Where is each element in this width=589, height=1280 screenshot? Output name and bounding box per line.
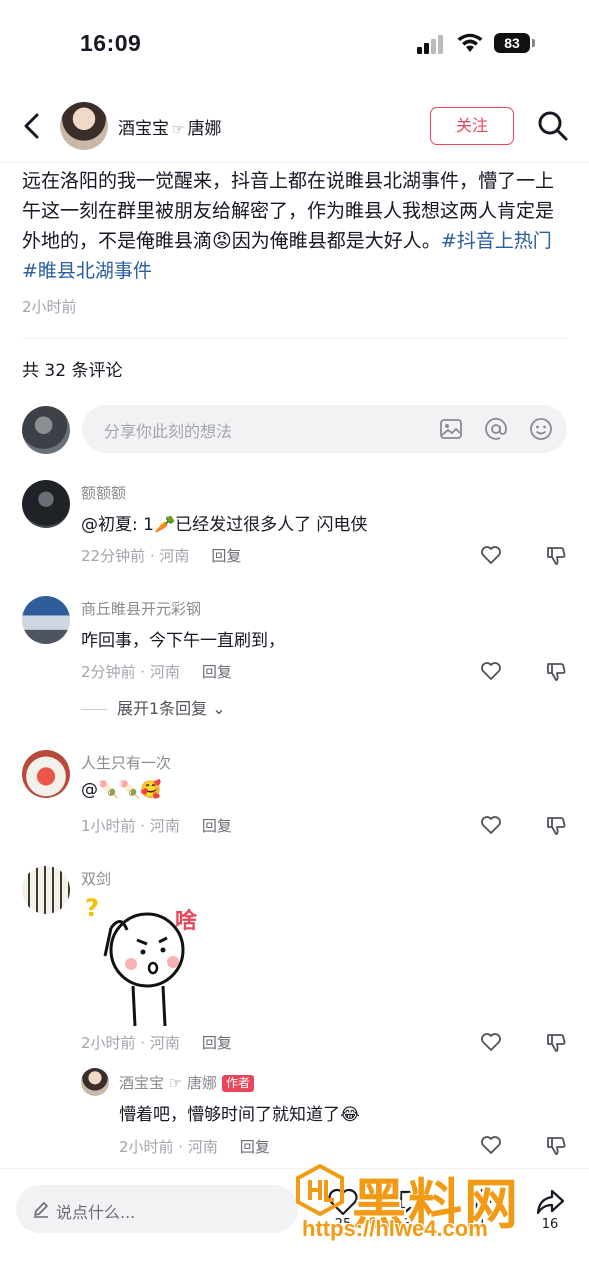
dislike-icon[interactable]	[545, 814, 567, 836]
dislike-icon[interactable]	[545, 660, 567, 682]
comment-time: 2分钟前 · 河南	[81, 663, 180, 681]
comment-meta: 2小时前 · 河南 回复	[81, 1032, 232, 1053]
reply-meta: 2小时前 · 河南 回复	[119, 1136, 270, 1157]
reply-button[interactable]: 回复	[240, 1138, 270, 1156]
replier-name-text: 酒宝宝	[119, 1074, 165, 1092]
comment-count: 共 32 条评论	[22, 361, 123, 381]
reply-button[interactable]: 回复	[202, 817, 232, 835]
author-name[interactable]: 酒宝宝 ☞ 唐娜	[118, 114, 222, 139]
comment-time: 2小时前 · 河南	[81, 1034, 180, 1052]
chevron-down-icon: ⌄	[212, 699, 226, 718]
heart-icon[interactable]	[480, 814, 502, 836]
pencil-icon	[34, 1202, 48, 1218]
my-avatar	[22, 406, 70, 454]
dislike-icon[interactable]	[545, 1031, 567, 1053]
heart-icon[interactable]	[480, 660, 502, 682]
back-arrow-icon[interactable]	[20, 112, 46, 140]
pointing-hand-icon: ☞	[168, 1074, 183, 1092]
confused-sticker: ? 啥	[85, 894, 198, 1027]
svg-text:?: ?	[85, 894, 99, 922]
battery-icon: 83	[494, 33, 535, 53]
comment-text: 咋回事，今下午一直刷到，	[81, 631, 285, 651]
commenter-avatar[interactable]	[22, 596, 70, 644]
commenter-name[interactable]: 双剑	[81, 868, 111, 889]
author-name-text: 酒宝宝	[118, 119, 169, 139]
commenter-avatar[interactable]	[22, 480, 70, 528]
heart-icon[interactable]	[480, 1134, 502, 1156]
expand-replies-label: 展开1条回复	[117, 699, 208, 718]
hashtag-link[interactable]: #睢县北湖事件	[22, 260, 152, 282]
reply-button[interactable]: 回复	[202, 1034, 232, 1052]
status-bar: 16:09 83	[0, 0, 589, 88]
sticker-text: 啥	[175, 908, 198, 934]
heart-icon[interactable]	[480, 1031, 502, 1053]
header-divider	[0, 162, 589, 163]
reply-button[interactable]: 回复	[202, 663, 232, 681]
search-icon[interactable]	[537, 110, 569, 142]
signal-icon	[417, 34, 447, 54]
heart-icon[interactable]	[480, 544, 502, 566]
watermark: 黑料网 https://hlwe4.com	[290, 1158, 589, 1254]
author-tag: 唐娜	[187, 119, 222, 139]
image-icon[interactable]	[438, 416, 464, 442]
say-something-placeholder: 说点什么...	[56, 1203, 136, 1222]
reply-text: 懵着吧，懵够时间了就知道了😂	[119, 1105, 360, 1125]
replier-tag: 唐娜	[187, 1074, 218, 1092]
reply-time: 2小时前 · 河南	[119, 1138, 218, 1156]
follow-button[interactable]: 关注	[430, 107, 514, 145]
wifi-icon	[457, 33, 483, 52]
commenter-avatar[interactable]	[22, 750, 70, 798]
pointing-hand-icon: ☞	[172, 122, 185, 138]
author-avatar[interactable]	[60, 102, 108, 150]
comment-text: @初夏: 1🥕已经发过很多人了 闪电侠	[81, 515, 368, 535]
expand-replies-button[interactable]: 展开1条回复 ⌄	[81, 695, 226, 719]
author-badge: 作者	[222, 1075, 255, 1092]
reply-button[interactable]: 回复	[211, 547, 241, 565]
emoji-icon[interactable]	[528, 416, 554, 442]
comment-meta: 2分钟前 · 河南 回复	[81, 661, 232, 682]
divider	[22, 338, 567, 339]
hashtag-link[interactable]: #抖音上热门	[441, 230, 552, 252]
comment-text: @🍡🍡🥰	[81, 780, 162, 800]
replier-avatar[interactable]	[81, 1068, 109, 1096]
commenter-name[interactable]: 商丘睢县开元彩钢	[81, 598, 201, 619]
dislike-icon[interactable]	[545, 1134, 567, 1156]
comment-input-placeholder: 分享你此刻的想法	[104, 422, 233, 441]
commenter-name[interactable]: 人生只有一次	[81, 752, 171, 773]
comment-input[interactable]: 分享你此刻的想法	[82, 405, 567, 453]
commenter-avatar[interactable]	[22, 866, 70, 914]
comment-meta: 1小时前 · 河南 回复	[81, 815, 232, 836]
comment-time: 1小时前 · 河南	[81, 817, 180, 835]
commenter-name[interactable]: 额额额	[81, 482, 126, 503]
post-header: 酒宝宝 ☞ 唐娜 关注	[0, 96, 589, 158]
replier-name[interactable]: 酒宝宝 ☞ 唐娜 作者	[119, 1072, 255, 1093]
at-mention-icon[interactable]	[483, 416, 509, 442]
watermark-url: https://hlwe4.com	[302, 1216, 488, 1241]
comment-meta: 22分钟前 · 河南 回复	[81, 545, 241, 566]
status-time: 16:09	[80, 30, 142, 56]
comment-time: 22分钟前 · 河南	[81, 547, 190, 565]
post-text: 远在洛阳的我一觉醒来，抖音上都在说睢县北湖事件，懵了一上午这一刻在群里被朋友给解…	[22, 166, 567, 286]
watermark-logo-icon	[296, 1164, 344, 1216]
post-time: 2小时前	[22, 298, 77, 316]
dislike-icon[interactable]	[545, 544, 567, 566]
say-something-input[interactable]: 说点什么...	[16, 1185, 298, 1233]
